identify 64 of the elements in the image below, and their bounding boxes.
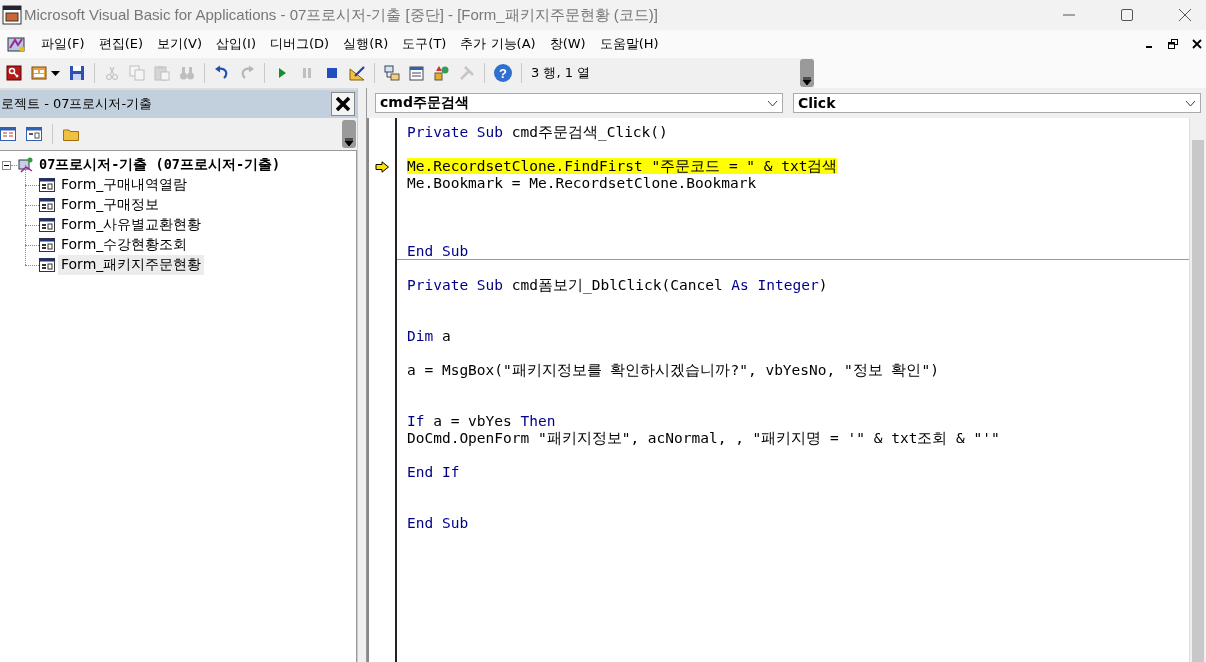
menu-item[interactable]: 실행(R) (336, 35, 396, 53)
project-icon (17, 156, 35, 174)
form-icon (39, 178, 55, 192)
menu-item[interactable]: 추가 기능(A) (453, 35, 543, 53)
menu-item[interactable]: 편집(E) (91, 35, 150, 53)
vba-icon[interactable] (6, 35, 26, 53)
folder-icon[interactable] (63, 127, 79, 141)
close-button[interactable] (331, 92, 355, 116)
maximize-icon[interactable] (1120, 8, 1134, 22)
code-line: End Sub (407, 243, 469, 259)
menu-item[interactable]: 창(W) (542, 35, 593, 53)
app-icon (2, 5, 22, 25)
procedure-dropdown[interactable]: Click (793, 93, 1201, 113)
menu-item[interactable]: 파일(F) (34, 35, 92, 53)
undo-icon[interactable] (214, 65, 230, 81)
ruler-pencil-icon[interactable] (349, 65, 365, 81)
tree-item[interactable]: Form_패키지주문현황 (58, 255, 205, 275)
save-icon[interactable] (69, 65, 85, 81)
code-line: a = MsgBox("패키지정보를 확인하시겠습니까?", vbYesNo, "정보 확인") (407, 362, 939, 378)
menu-item[interactable]: 도구(T) (395, 35, 454, 53)
caret-icon[interactable] (767, 99, 778, 107)
close-icon[interactable] (1178, 8, 1192, 22)
toolbar-options-icon[interactable] (342, 120, 356, 148)
help-button[interactable]: ? (494, 64, 512, 82)
shapes-icon[interactable] (434, 65, 450, 81)
view-code-icon[interactable] (0, 127, 16, 141)
code-line: Private Sub cmd주문검색_Click() (407, 124, 668, 140)
code-line: Dim a (407, 328, 451, 344)
form-icon (39, 218, 55, 232)
project-icon[interactable] (384, 65, 400, 81)
caret-icon[interactable] (1185, 99, 1196, 107)
code-line: DoCmd.OpenForm "패키지정보", acNormal, , "패키지명 = '" & txt조회 & "'" (407, 430, 1000, 446)
close-icon[interactable] (1192, 39, 1202, 49)
tree-item[interactable]: Form_사유별교환현황 (58, 215, 205, 235)
stop-icon[interactable] (324, 65, 340, 81)
menu-item[interactable]: 삽입(I) (209, 35, 263, 53)
form-icon (39, 238, 55, 252)
properties-icon[interactable] (409, 65, 425, 81)
form-icon (39, 258, 55, 272)
caret-icon[interactable] (51, 70, 60, 76)
scrollbar[interactable] (1189, 118, 1206, 662)
tree-item[interactable]: Form_구매내역열람 (58, 175, 191, 195)
window-icon[interactable] (31, 65, 47, 81)
cursor-position: 3 행, 1 열 (531, 64, 591, 82)
tree-item[interactable]: 07프로시저-기출 (07프로시저-기출) (39, 156, 281, 174)
menu-item[interactable]: 디버그(D) (263, 35, 337, 53)
code-line: If a = vbYes Then (407, 413, 556, 429)
code-line: End Sub (407, 515, 469, 531)
object-dropdown[interactable]: cmd주문검색 (375, 93, 783, 113)
collapse-icon[interactable] (2, 160, 11, 170)
key-icon[interactable] (6, 65, 22, 81)
menu-item[interactable]: 보기(V) (150, 35, 210, 53)
toolbar-options-icon[interactable] (800, 59, 814, 87)
code-line: Me.Bookmark = Me.RecordsetClone.Bookmark (407, 175, 757, 191)
window-title: Microsoft Visual Basic for Applications - 07프로시저-기출 [중단] - [Form_패키지주문현황 (코드)] (24, 5, 658, 25)
panel-title: 로젝트 - 07프로시저-기출 (1, 95, 153, 113)
code-line: Private Sub cmd폼보기_DblClick(Cancel As Integer) (407, 277, 828, 293)
form-icon (39, 198, 55, 212)
tree-item[interactable]: Form_수강현황조회 (58, 235, 191, 255)
view-form-icon[interactable] (26, 127, 42, 141)
restore-icon[interactable] (1168, 39, 1178, 49)
menu-item[interactable]: 도움말(H) (592, 35, 666, 53)
code-line: End If (407, 464, 460, 480)
tree-item[interactable]: Form_구매정보 (58, 195, 163, 215)
